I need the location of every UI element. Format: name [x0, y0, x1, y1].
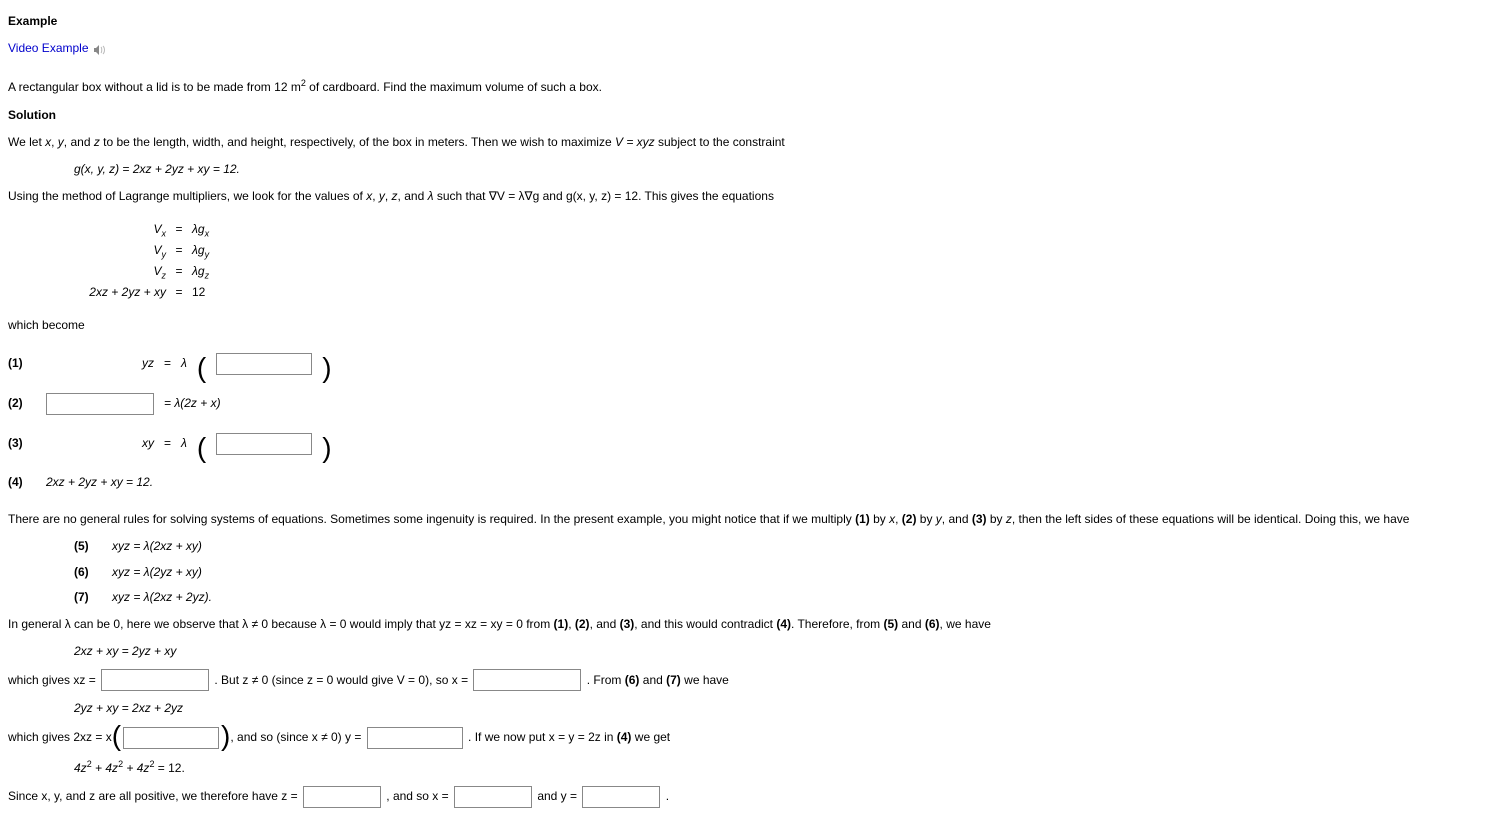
blank-y[interactable]	[367, 727, 463, 749]
video-link-label: Video Example	[8, 39, 89, 58]
lambda-para: In general λ can be 0, here we observe t…	[8, 615, 1503, 634]
blank-y-final[interactable]	[582, 786, 660, 808]
blank-eq1[interactable]	[216, 353, 312, 375]
blank-xz[interactable]	[101, 669, 209, 691]
equation-2: (2) = λ(2z + x)	[8, 393, 1503, 415]
equation-3: (3) xy = λ( )	[8, 433, 1503, 455]
blank-z-final[interactable]	[303, 786, 381, 808]
constraint-eq: g(x, y, z) = 2xz + 2yz + xy = 12.	[74, 160, 1503, 179]
simplify-1: 2xz + xy = 2yz + xy	[74, 642, 1503, 661]
equation-4: (4) 2xz + 2yz + xy = 12.	[8, 473, 1503, 492]
blank-eq3[interactable]	[216, 433, 312, 455]
blank-eq2[interactable]	[46, 393, 154, 415]
intro-text: We let x, y, and z to be the length, wid…	[8, 133, 1503, 152]
blank-x[interactable]	[473, 669, 581, 691]
flow-1: which gives xz = . But z ≠ 0 (since z = …	[8, 673, 729, 687]
lagrange-text: Using the method of Lagrange multipliers…	[8, 187, 1503, 206]
flow-2: which gives 2xz = x(), and so (since x ≠…	[8, 730, 670, 744]
gradient-system: Vx=λgx Vy=λgy Vz=λgz 2xz + 2yz + xy=12	[74, 220, 222, 302]
problem-text: A rectangular box without a lid is to be…	[8, 76, 1503, 97]
simplify-2: 2yz + xy = 2xz + 2yz	[74, 699, 1503, 718]
which-become: which become	[8, 316, 1503, 335]
equation-1: (1) yz = λ( )	[8, 353, 1503, 375]
solution-heading: Solution	[8, 106, 1503, 125]
example-heading: Example	[8, 12, 1503, 31]
simplify-3: 4z2 + 4z2 + 4z2 = 12.	[74, 757, 1503, 778]
video-example-link[interactable]: Video Example	[8, 39, 105, 58]
final-line: Since x, y, and z are all positive, we t…	[8, 789, 669, 803]
multiply-para: There are no general rules for solving s…	[8, 510, 1503, 529]
audio-icon	[93, 43, 105, 55]
blank-x-final[interactable]	[454, 786, 532, 808]
blank-2xz[interactable]	[123, 727, 219, 749]
equations-5-7: (5)xyz = λ(2xz + xy) (6)xyz = λ(2yz + xy…	[74, 537, 1503, 607]
